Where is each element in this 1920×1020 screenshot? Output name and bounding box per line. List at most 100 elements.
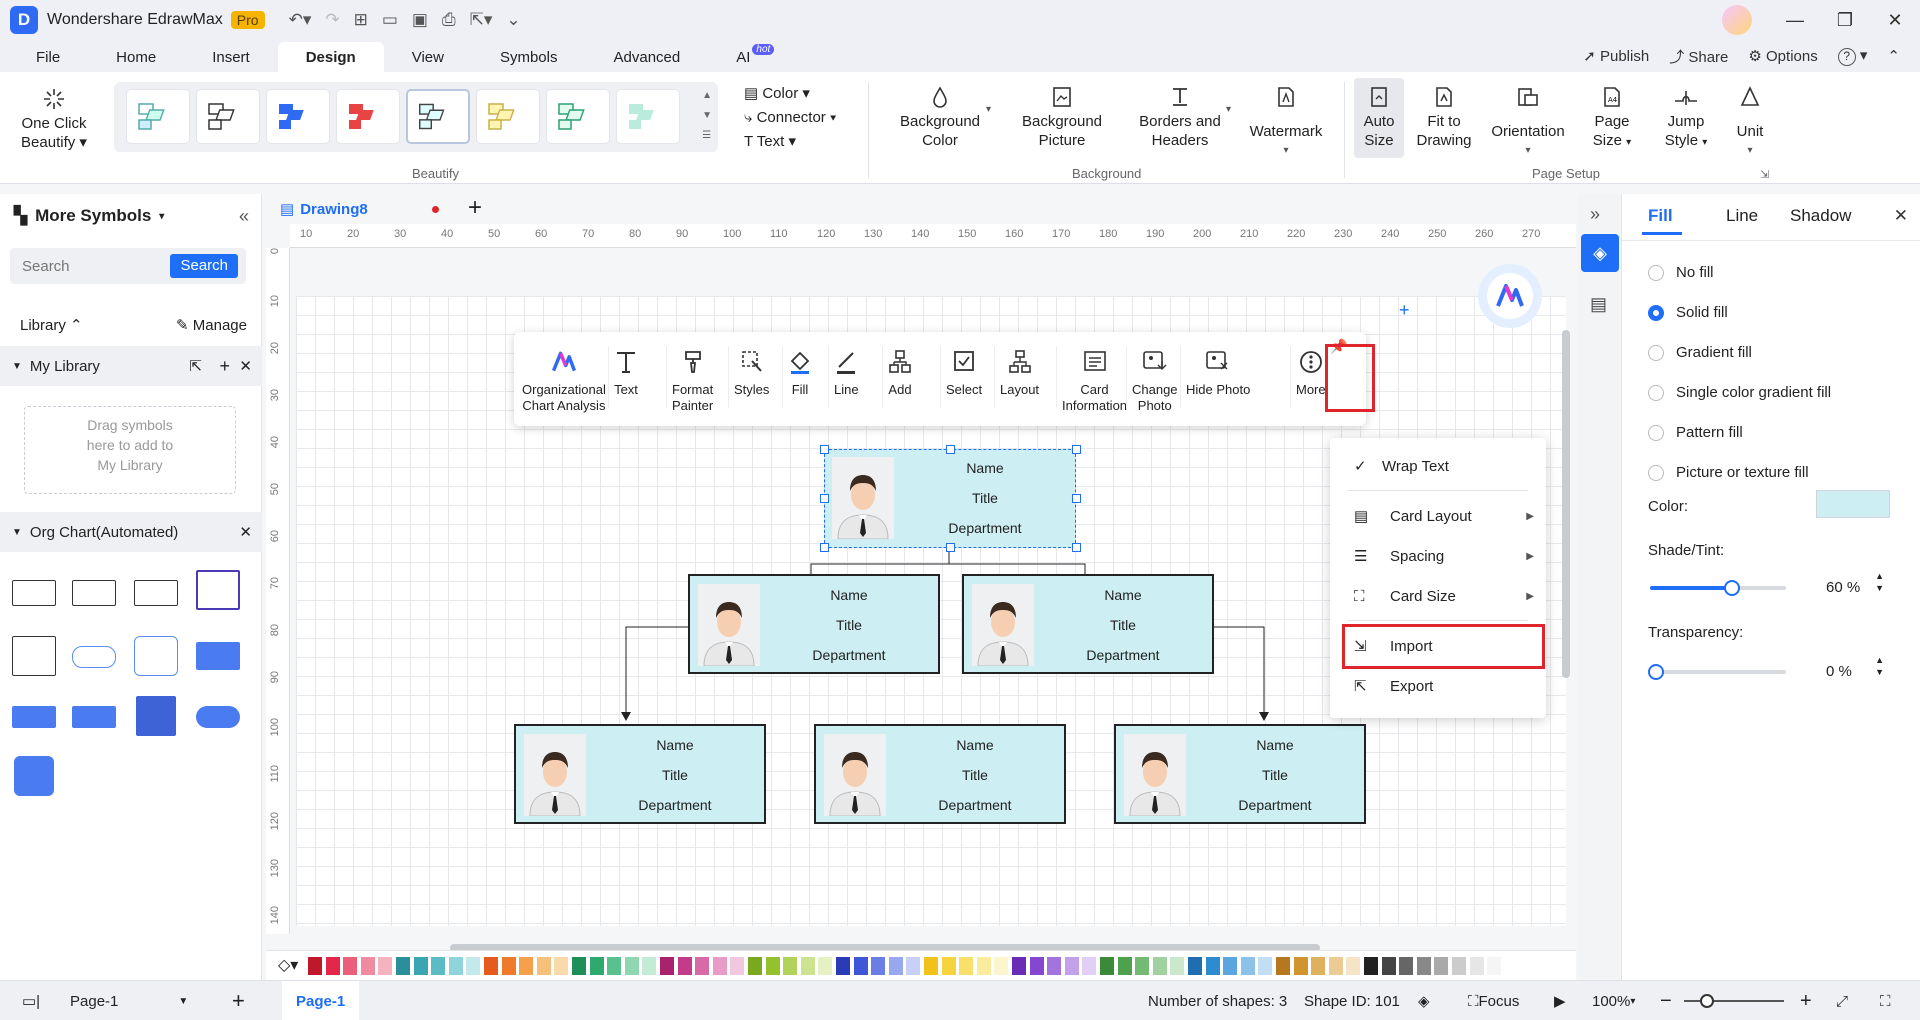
- color-swatch[interactable]: [800, 957, 815, 975]
- toolbar-select-button[interactable]: Select: [946, 342, 982, 398]
- export-icon[interactable]: ⇱▾: [470, 10, 493, 30]
- card-title[interactable]: Title: [1034, 610, 1212, 640]
- focus-button[interactable]: ⛶ Focus: [1468, 981, 1519, 1020]
- color-swatch[interactable]: [308, 957, 322, 975]
- color-swatch[interactable]: [1117, 957, 1132, 975]
- toolbar-line-button[interactable]: Line: [834, 342, 859, 398]
- transparency-input[interactable]: 0 % ▲ ▼: [1814, 655, 1886, 686]
- card-title[interactable]: Title: [760, 610, 938, 640]
- theme-5[interactable]: [406, 89, 470, 144]
- redo-icon[interactable]: ↷: [325, 10, 339, 30]
- tab-view[interactable]: View: [384, 42, 472, 72]
- fill-color-swatch[interactable]: [1816, 490, 1890, 518]
- color-swatch[interactable]: [994, 957, 1009, 975]
- radio-button[interactable]: [1648, 464, 1664, 481]
- color-swatch[interactable]: [1434, 957, 1449, 975]
- menu-wrap-text[interactable]: ✓ Wrap Text: [1354, 452, 1534, 480]
- fill-option[interactable]: Solid fill: [1648, 304, 1728, 321]
- color-swatch[interactable]: [1293, 957, 1308, 975]
- symbol-item[interactable]: [72, 646, 116, 668]
- fit-page-icon[interactable]: ⤢: [1836, 981, 1848, 1020]
- color-swatch[interactable]: [519, 957, 534, 975]
- tab-ai[interactable]: AI hot: [708, 42, 802, 72]
- tab-line[interactable]: Line: [1726, 206, 1758, 226]
- minimize-icon[interactable]: —: [1770, 10, 1820, 31]
- close-window-icon[interactable]: ✕: [1870, 10, 1920, 31]
- library-toggle[interactable]: Library ⌃: [20, 316, 83, 334]
- org-card[interactable]: Name Title Department: [514, 724, 766, 824]
- add-page-button[interactable]: +: [232, 981, 245, 1020]
- resize-handle[interactable]: [1072, 445, 1081, 454]
- color-swatch[interactable]: [677, 957, 692, 975]
- options-button[interactable]: ⚙ Options: [1748, 47, 1817, 65]
- collapse-ribbon-icon[interactable]: ⌃: [1887, 47, 1900, 65]
- theme-8[interactable]: [616, 89, 680, 144]
- symbol-item[interactable]: [196, 642, 240, 670]
- layers-icon[interactable]: ◈: [1418, 981, 1430, 1020]
- my-library-section[interactable]: ▼ My Library ⇱ + ✕: [0, 346, 262, 386]
- menu-export[interactable]: ⇱ Export: [1354, 672, 1534, 700]
- symbol-item[interactable]: [134, 636, 178, 676]
- card-department[interactable]: Department: [586, 790, 764, 820]
- color-swatch[interactable]: [712, 957, 727, 975]
- color-swatch[interactable]: [730, 957, 745, 975]
- panel-title[interactable]: More Symbols: [35, 206, 151, 226]
- help-button[interactable]: ? ▾: [1837, 46, 1867, 66]
- card-title[interactable]: Title: [886, 760, 1064, 790]
- card-name[interactable]: Name: [1034, 580, 1212, 610]
- zoom-out-icon[interactable]: −: [1660, 981, 1672, 1020]
- ai-assistant-button[interactable]: [1478, 264, 1542, 328]
- fullscreen-icon[interactable]: ⛶: [1880, 981, 1891, 1020]
- save-icon[interactable]: ▣: [412, 10, 428, 30]
- color-swatch[interactable]: [1258, 957, 1273, 975]
- color-swatch[interactable]: [624, 957, 639, 975]
- menu-import[interactable]: ⇲ Import: [1354, 632, 1534, 660]
- color-swatch[interactable]: [818, 957, 833, 975]
- new-tab-button[interactable]: +: [468, 194, 482, 222]
- color-swatch[interactable]: [1381, 957, 1396, 975]
- card-department[interactable]: Department: [1034, 640, 1212, 670]
- theme-1[interactable]: [126, 89, 190, 144]
- card-name[interactable]: Name: [1186, 730, 1364, 760]
- color-swatch[interactable]: [501, 957, 516, 975]
- person-photo-icon[interactable]: [832, 457, 894, 539]
- close-panel-icon[interactable]: ✕: [1894, 206, 1908, 226]
- color-swatch[interactable]: [783, 957, 798, 975]
- toolbar-card-info-button[interactable]: Card Information: [1062, 342, 1127, 414]
- color-swatch[interactable]: [1029, 957, 1044, 975]
- tab-home[interactable]: Home: [88, 42, 184, 72]
- tab-design[interactable]: Design: [277, 42, 384, 72]
- card-name[interactable]: Name: [894, 453, 1076, 483]
- color-swatch[interactable]: [378, 957, 393, 975]
- jump-style-button[interactable]: Jump Style ▾: [1650, 82, 1722, 152]
- tab-insert[interactable]: Insert: [184, 42, 278, 72]
- radio-button[interactable]: [1648, 344, 1664, 361]
- org-card[interactable]: Name Title Department: [1114, 724, 1366, 824]
- tab-file[interactable]: File: [0, 42, 88, 72]
- fit-to-drawing-button[interactable]: Fit to Drawing: [1412, 82, 1476, 150]
- card-department[interactable]: Department: [760, 640, 938, 670]
- unit-button[interactable]: Unit ▾: [1730, 82, 1770, 160]
- add-icon[interactable]: +: [219, 356, 230, 377]
- orientation-button[interactable]: Orientation ▾: [1486, 82, 1570, 160]
- pin-icon[interactable]: 📌: [1330, 338, 1347, 355]
- toolbar-hide-photo-button[interactable]: Hide Photo: [1186, 342, 1250, 398]
- card-title[interactable]: Title: [894, 483, 1076, 513]
- manage-button[interactable]: ✎ Manage: [176, 316, 247, 334]
- color-swatch[interactable]: [1082, 957, 1097, 975]
- transparency-knob[interactable]: [1648, 664, 1664, 680]
- color-swatch[interactable]: [1188, 957, 1202, 975]
- card-department[interactable]: Department: [894, 513, 1076, 543]
- color-swatch[interactable]: [836, 957, 850, 975]
- color-swatch[interactable]: [660, 957, 674, 975]
- radio-button[interactable]: [1648, 384, 1664, 401]
- symbol-item[interactable]: [12, 580, 56, 606]
- color-swatch[interactable]: [1328, 957, 1343, 975]
- stepper-icon[interactable]: ▲ ▼: [1875, 654, 1884, 678]
- avatar[interactable]: [1722, 5, 1752, 35]
- color-swatch[interactable]: [748, 957, 762, 975]
- stepper-icon[interactable]: ▲ ▼: [1875, 570, 1884, 594]
- add-shape-plus-icon[interactable]: +: [1399, 300, 1410, 321]
- bg-color-dropdown-icon[interactable]: ▾: [986, 100, 991, 119]
- toolbar-layout-button[interactable]: Layout: [1000, 342, 1039, 398]
